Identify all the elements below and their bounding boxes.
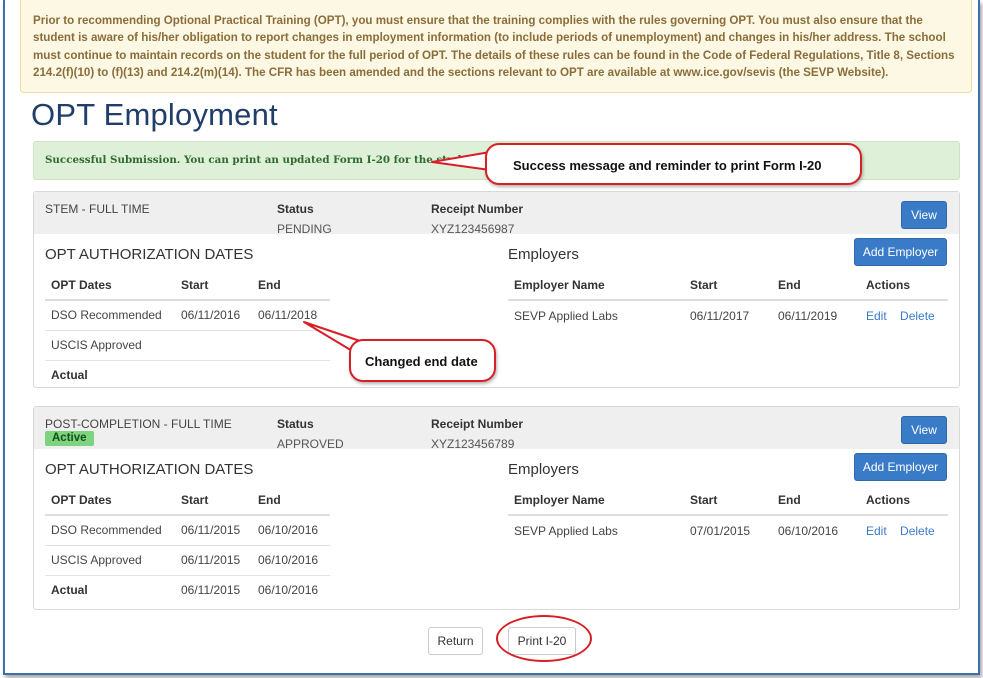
- annotation-success-text: Success message and reminder to print Fo…: [513, 158, 822, 173]
- annotation-end-date-callout: Changed end date: [349, 339, 496, 382]
- annotation-print-highlight: [496, 615, 592, 662]
- annotation-success-callout: Success message and reminder to print Fo…: [485, 143, 862, 185]
- callout-pointer-success: [431, 151, 491, 171]
- annotation-end-date-text: Changed end date: [365, 354, 478, 369]
- annotation-arrows: [303, 151, 491, 353]
